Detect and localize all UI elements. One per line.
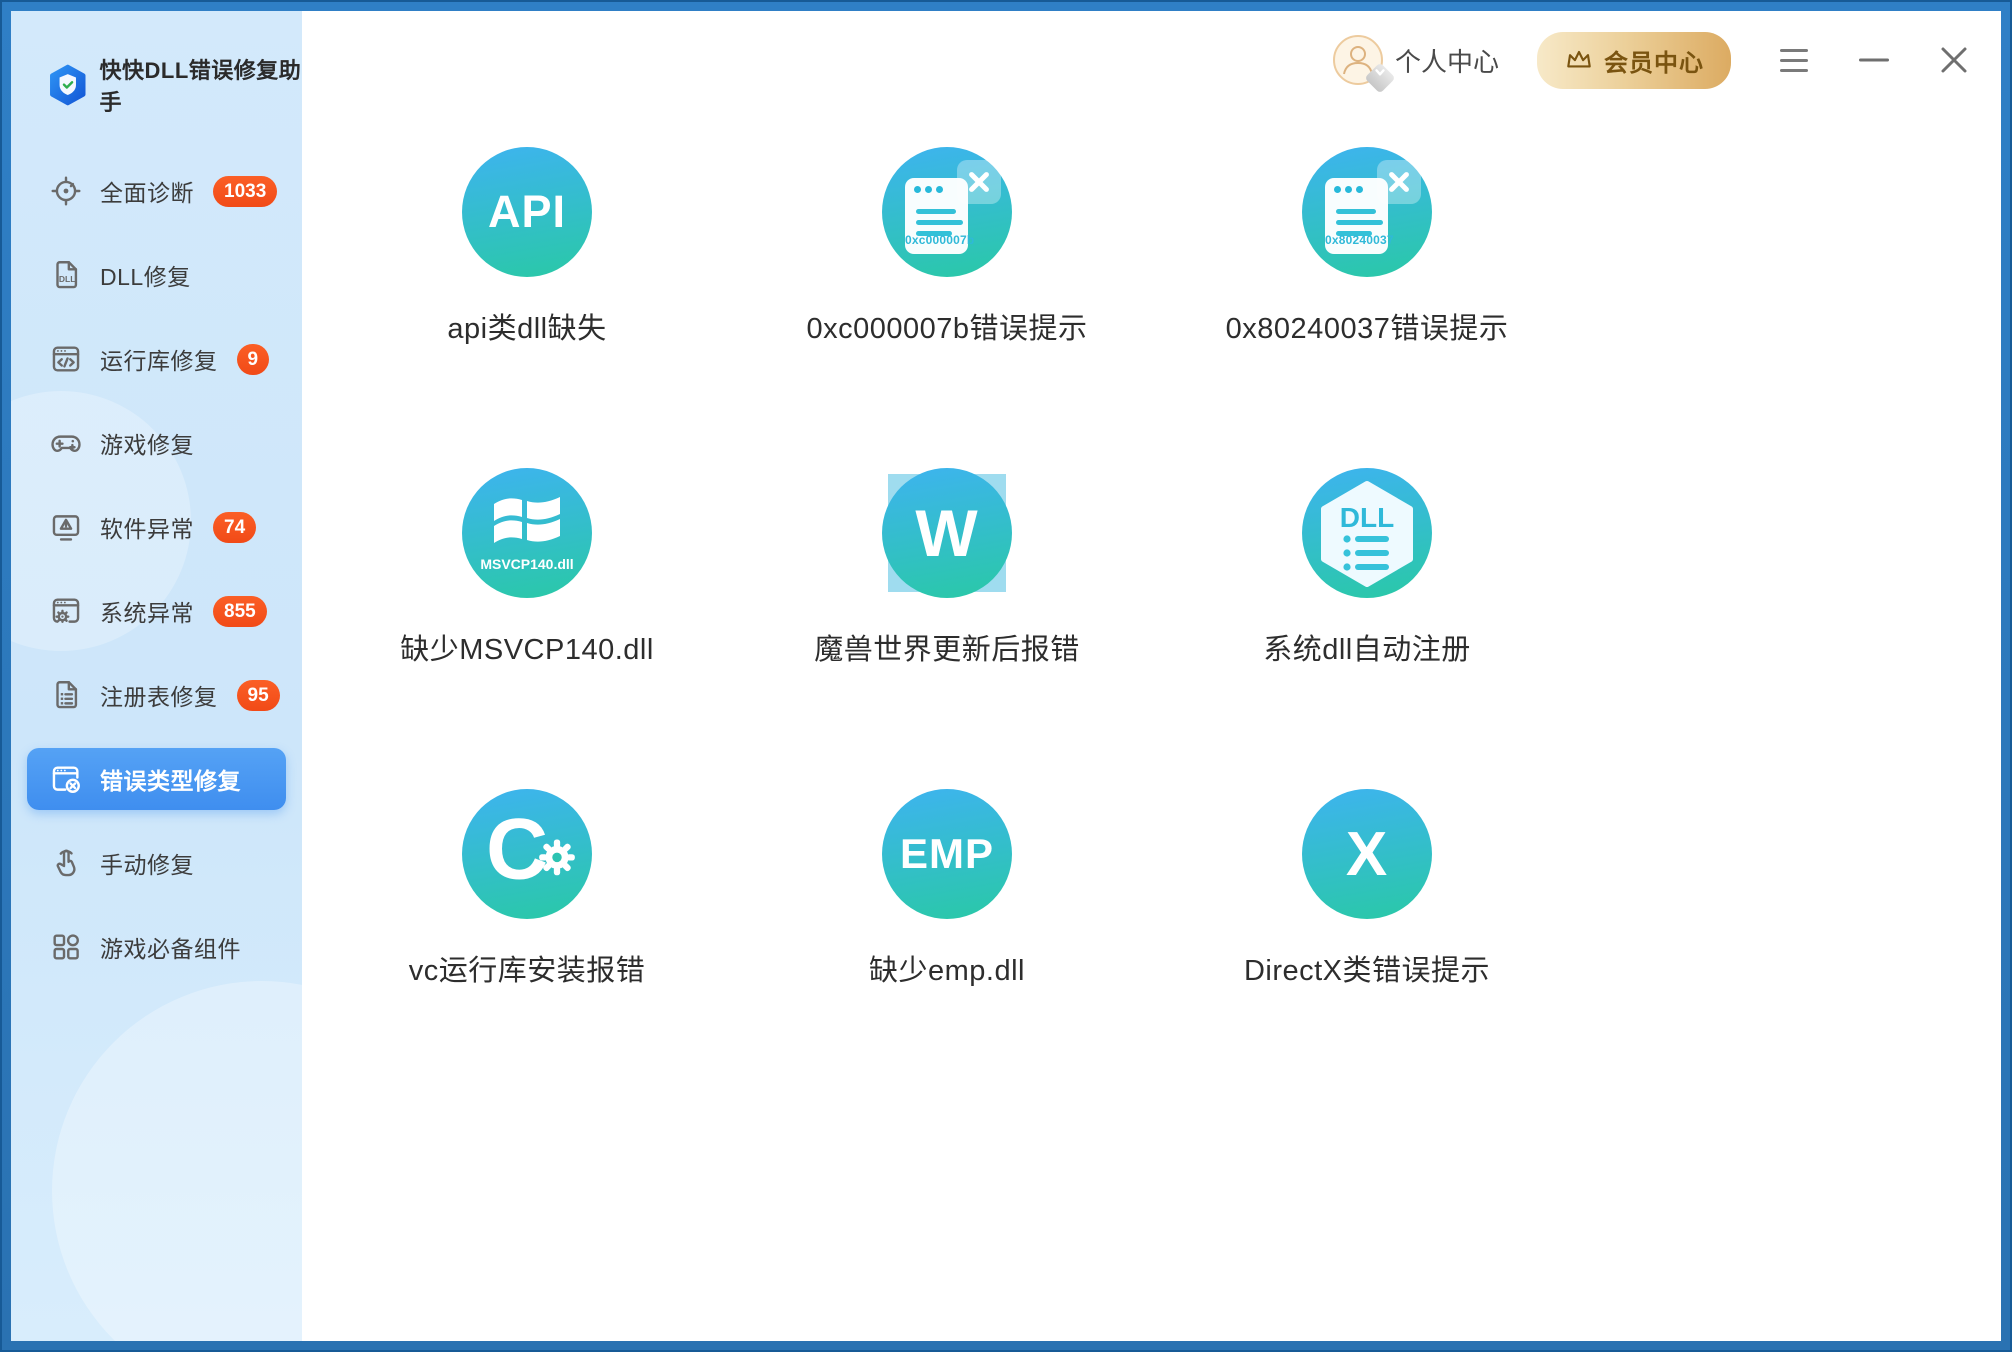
- api-icon-text: API: [488, 186, 566, 238]
- sidebar-item-game-components[interactable]: 游戏必备组件: [11, 905, 302, 989]
- registry-doc-icon: [49, 678, 83, 712]
- app-logo-icon: [47, 62, 89, 108]
- diagnose-target-icon: [49, 174, 83, 208]
- windows-flag-glyph: [490, 490, 564, 550]
- user-avatar: [1333, 35, 1383, 85]
- sidebar-item-game-repair[interactable]: 游戏修复: [11, 401, 302, 485]
- error-x-icon: [1377, 160, 1421, 204]
- dll-hexagon-icon: DLL: [1302, 468, 1432, 598]
- card-emp-dll-missing[interactable]: EMP 缺少emp.dll: [737, 789, 1157, 1110]
- directx-x-icon: X: [1302, 789, 1432, 919]
- card-label: 0xc000007b错误提示: [806, 313, 1087, 345]
- close-button[interactable]: [1937, 43, 1971, 77]
- app-title: 快快DLL错误修复助手: [100, 53, 302, 117]
- card-label: 系统dll自动注册: [1263, 634, 1471, 666]
- sidebar-item-full-diagnosis[interactable]: 全面诊断 1033: [11, 149, 302, 233]
- sidebar-item-dll-repair[interactable]: DLL DLL修复: [11, 233, 302, 317]
- hamburger-menu-icon: [1780, 49, 1808, 52]
- x-icon-text: X: [1346, 819, 1388, 890]
- card-label: DirectX类错误提示: [1244, 955, 1490, 987]
- gear-icon: [536, 836, 578, 878]
- sidebar-item-label: 全面诊断: [100, 174, 194, 208]
- dll-file-icon: DLL: [49, 258, 83, 292]
- close-icon: [1938, 44, 1970, 76]
- count-badge: 9: [237, 344, 270, 375]
- sidebar-item-system-exception[interactable]: 系统异常 855: [11, 569, 302, 653]
- gamepad-icon: [49, 426, 83, 460]
- personal-center-button[interactable]: 个人中心: [1333, 35, 1499, 85]
- hand-pointer-icon: [49, 846, 83, 880]
- sidebar-item-label: 游戏必备组件: [100, 930, 241, 964]
- main-content: 个人中心 会员中心 API: [302, 11, 2001, 1341]
- error-x-icon: [957, 160, 1001, 204]
- member-center-button[interactable]: 会员中心: [1537, 32, 1731, 89]
- card-label: vc运行库安装报错: [409, 955, 646, 987]
- card-directx-error[interactable]: X DirectX类错误提示: [1157, 789, 1577, 1110]
- count-badge: 1033: [213, 176, 277, 207]
- svg-text:DLL: DLL: [59, 274, 76, 284]
- count-badge: 855: [213, 596, 267, 627]
- c-gear-icon: C: [462, 789, 592, 919]
- sidebar: 快快DLL错误修复助手 全面诊断 1033 DLL DLL修复: [11, 11, 302, 1341]
- app-brand: 快快DLL错误修复助手: [11, 11, 302, 117]
- wow-w-icon: W: [882, 468, 1012, 598]
- card-label: 缺少emp.dll: [869, 955, 1025, 987]
- window-menu-button[interactable]: [1777, 43, 1811, 77]
- app-window: 快快DLL错误修复助手 全面诊断 1033 DLL DLL修复: [0, 0, 2012, 1352]
- minimize-button[interactable]: [1857, 43, 1891, 77]
- wow-icon-text: W: [915, 495, 978, 571]
- sidebar-menu: 全面诊断 1033 DLL DLL修复: [11, 149, 302, 989]
- sidebar-item-label: 错误类型修复: [100, 762, 241, 796]
- card-label: api类dll缺失: [447, 313, 606, 345]
- msvcp-filename-text: MSVCP140.dll: [462, 556, 592, 572]
- sidebar-item-software-exception[interactable]: 软件异常 74: [11, 485, 302, 569]
- sidebar-item-label: 系统异常: [100, 594, 194, 628]
- sidebar-item-label: 软件异常: [100, 510, 194, 544]
- count-badge: 74: [213, 512, 256, 543]
- error-doc-icon: 0x80240037: [1302, 147, 1432, 277]
- api-circle-icon: API: [462, 147, 592, 277]
- dll-hexagon-glyph: DLL: [1302, 468, 1432, 598]
- sidebar-item-error-type-repair[interactable]: 错误类型修复: [27, 748, 286, 810]
- sidebar-item-label: 手动修复: [100, 846, 194, 880]
- error-doc-icon: 0xc000007b: [882, 147, 1012, 277]
- svg-text:DLL: DLL: [1340, 502, 1394, 533]
- error-type-grid: API api类dll缺失 0xc000007b 0x: [317, 147, 1577, 1110]
- software-warning-icon: [49, 510, 83, 544]
- personal-center-label: 个人中心: [1395, 42, 1499, 79]
- card-label: 魔兽世界更新后报错: [814, 634, 1080, 666]
- card-system-dll-register[interactable]: DLL 系统dll自动注册: [1157, 468, 1577, 789]
- card-0x80240037[interactable]: 0x80240037 0x80240037错误提示: [1157, 147, 1577, 468]
- emp-icon-text: EMP: [900, 830, 994, 878]
- topbar: 个人中心 会员中心: [1333, 11, 2001, 109]
- card-msvcp140-missing[interactable]: MSVCP140.dll 缺少MSVCP140.dll: [317, 468, 737, 789]
- count-badge: 95: [237, 680, 280, 711]
- card-api-dll-missing[interactable]: API api类dll缺失: [317, 147, 737, 468]
- sidebar-item-label: 注册表修复: [100, 678, 218, 712]
- error-code-text: 0x80240037: [1325, 233, 1388, 247]
- sidebar-item-registry-repair[interactable]: 注册表修复 95: [11, 653, 302, 737]
- runtime-window-icon: [49, 342, 83, 376]
- sidebar-item-label: 运行库修复: [100, 342, 218, 376]
- card-label: 0x80240037错误提示: [1226, 313, 1509, 345]
- sidebar-item-label: 游戏修复: [100, 426, 194, 460]
- error-type-icon: [49, 762, 83, 796]
- emp-circle-icon: EMP: [882, 789, 1012, 919]
- card-vc-runtime-error[interactable]: C: [317, 789, 737, 1110]
- card-wow-update-error[interactable]: W 魔兽世界更新后报错: [737, 468, 1157, 789]
- card-0xc000007b[interactable]: 0xc000007b 0xc000007b错误提示: [737, 147, 1157, 468]
- crown-icon: [1564, 45, 1594, 75]
- windows-flag-icon: MSVCP140.dll: [462, 468, 592, 598]
- components-grid-icon: [49, 930, 83, 964]
- sidebar-item-runtime-repair[interactable]: 运行库修复 9: [11, 317, 302, 401]
- minimize-icon: [1859, 57, 1889, 63]
- error-code-text: 0xc000007b: [905, 233, 968, 247]
- sidebar-item-manual-repair[interactable]: 手动修复: [11, 821, 302, 905]
- sidebar-item-label: DLL修复: [100, 258, 191, 292]
- system-gear-icon: [49, 594, 83, 628]
- member-center-label: 会员中心: [1604, 43, 1704, 78]
- card-label: 缺少MSVCP140.dll: [400, 634, 654, 666]
